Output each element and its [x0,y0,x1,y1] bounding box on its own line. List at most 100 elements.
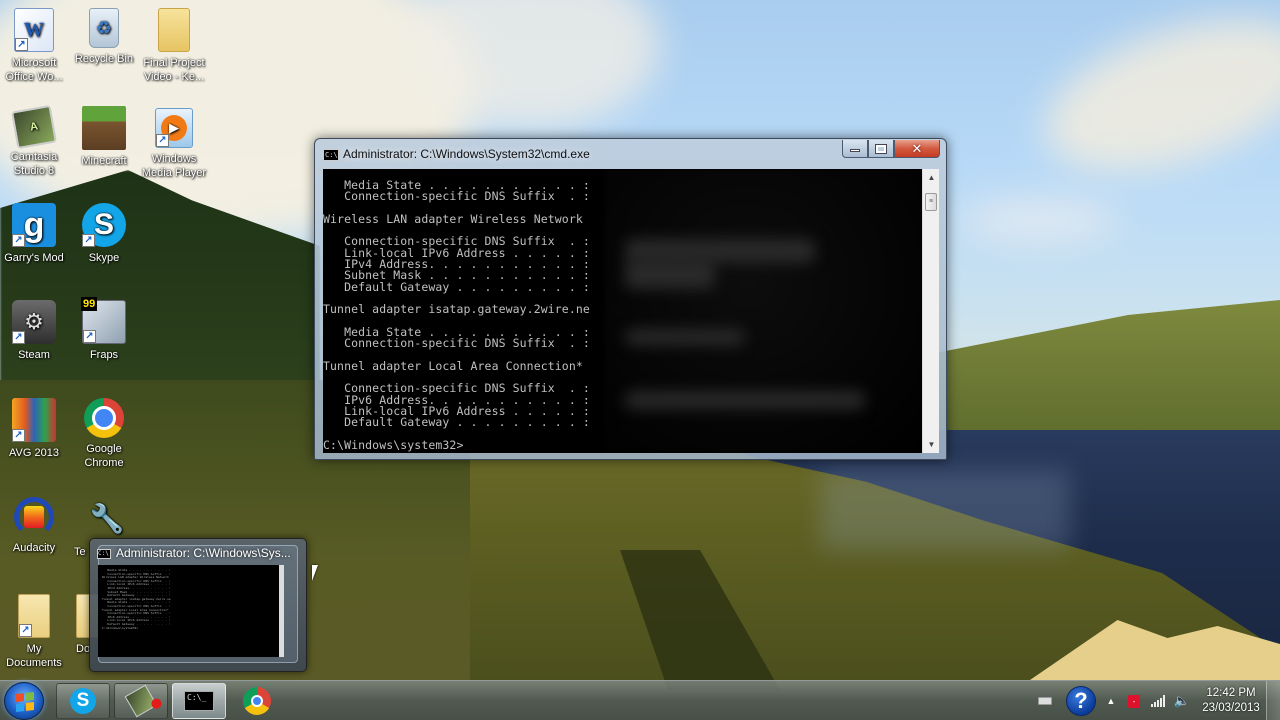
cmd-app-icon: C:\ [323,149,339,161]
console-line: C:\Windows\system32> [323,437,464,452]
desktop-icon-recycle-bin[interactable]: ♻ Recycle Bin [68,8,140,66]
scroll-up-button[interactable]: ▲ [923,169,939,186]
desktop-icon-audacity[interactable]: Audacity [0,497,70,555]
record-icon [151,698,162,709]
scrollbar-thumb[interactable]: ≡ [925,193,937,211]
shortcut-arrow-icon: ↗ [82,234,95,247]
desktop-icon-label: Camtasia Studio 8 [10,151,58,177]
steam-icon: ⚙ ↗ [12,300,56,344]
console-line: Connection-specific DNS Suffix . : [323,336,590,351]
shortcut-arrow-icon: ↗ [15,38,28,51]
desktop-icon-label: Recycle Bin [74,53,134,65]
minimize-button[interactable] [842,140,868,158]
desktop-icon-minecraft[interactable]: Minecraft [68,106,140,168]
clock[interactable]: 12:42 PM 23/03/2013 [1196,681,1266,720]
vertical-scrollbar[interactable]: ▲ ≡ ▼ [922,169,939,453]
desktop-icon-avg[interactable]: ↗ AVG 2013 [0,398,70,460]
window-controls: ✕ [842,140,940,159]
shortcut-arrow-icon: ↗ [12,429,25,442]
maximize-icon [875,143,887,154]
console-line: Wireless LAN adapter Wireless Network [323,211,583,226]
volume-tray-icon[interactable]: 🔈 [1172,681,1192,720]
cmd-app-icon: C:\ [97,549,111,559]
taskbar-button-skype[interactable]: S [56,683,110,719]
skype-icon: S ↗ [82,203,126,247]
network-tray-icon[interactable] [1148,681,1168,720]
notification-tray-icon[interactable]: - [1124,681,1144,720]
signal-strength-icon [1151,695,1165,707]
desktop-icon-media-player[interactable]: ▶ ↗ Windows Media Player [138,108,210,180]
folder-icon [158,8,190,52]
desktop-icon-label: Minecraft [81,155,127,167]
desktop-icon-label: Skype [88,252,120,264]
chevron-up-icon: ▲ [1106,696,1116,706]
windows-logo-icon [16,692,34,712]
console-line: Tunnel adapter isatap.gateway.2wire.ne [323,302,590,317]
shortcut-arrow-icon: ↗ [156,134,169,147]
desktop-icon-word[interactable]: W ↗ Microsoft Office Wo... [0,8,70,84]
word-icon: W ↗ [14,8,54,52]
desktop-icon-fraps[interactable]: 99 ↗ Fraps [68,297,140,362]
taskbar-thumbnail-preview[interactable]: C:\ Administrator: C:\Windows\Sys... Med… [89,538,307,672]
taskbar: S C:\_ ? ▲ - 🔈 12:42 PM 23/03/2013 [0,680,1280,720]
fraps-fps-counter: 99 [81,297,98,311]
start-button[interactable] [4,682,44,720]
scroll-down-button[interactable]: ▼ [923,436,939,453]
thumbnail-screen: Media State . . . . . . . . . . . : Conn… [98,565,284,657]
maximize-button[interactable] [868,140,894,158]
shortcut-arrow-icon: ↗ [19,624,32,637]
desktop-icon-chrome[interactable]: Google Chrome [68,398,140,470]
avg-icon: ↗ [12,398,56,442]
help-icon: ? [1066,686,1096,716]
desktop-icon-skype[interactable]: S ↗ Skype [68,203,140,265]
system-tray: ? ▲ - 🔈 12:42 PM 23/03/2013 [1030,681,1280,720]
speaker-icon: 🔈 [1173,693,1191,708]
skype-icon: S [70,688,96,714]
cmd-console[interactable]: Media State . . . . . . . . . . . : Conn… [323,169,939,453]
desktop-icon-camtasia[interactable]: A Camtasia Studio 8 [0,104,70,178]
alert-icon: - [1128,694,1140,708]
console-line: Connection-specific DNS Suffix . : [323,189,590,204]
desktop-icon-label: Windows Media Player [141,153,207,179]
taskbar-button-camtasia-recorder[interactable] [114,683,168,719]
shortcut-arrow-icon: ↗ [83,330,96,343]
my-documents-icon: ↗ [18,594,50,638]
clock-time: 12:42 PM [1206,687,1256,699]
recycle-bin-icon: ♻ [89,8,119,48]
console-line: Default Gateway . . . . . . . . . : [323,279,590,294]
console-line: Default Gateway . . . . . . . . . : [323,415,590,430]
show-hidden-icons-button[interactable]: ▲ [1102,681,1120,720]
close-button[interactable]: ✕ [894,140,940,158]
wallpaper-cloud [960,200,1120,240]
taskbar-button-command-prompt[interactable]: C:\_ [172,683,226,719]
cmd-titlebar[interactable]: C:\ Administrator: C:\Windows\System32\c… [315,139,946,169]
desktop-icon-final-project[interactable]: Final Project Video - Ke... [138,8,210,84]
desktop-icon-label: Final Project Video - Ke... [143,57,205,83]
help-button[interactable]: ? [1064,681,1098,720]
thumbnail-line: C:\Windows\system32> [102,625,139,630]
fraps-icon: 99 ↗ [81,297,126,344]
desktop-icon-label: AVG 2013 [9,447,59,459]
chrome-icon [243,687,271,715]
desktop-icon-label: Fraps [89,349,119,361]
taskbar-button-chrome[interactable] [230,683,284,719]
cmd-output: Media State . . . . . . . . . . . : Conn… [323,169,605,453]
command-prompt-icon: C:\_ [184,691,214,711]
tools-icon: 🔧 [89,503,125,534]
shortcut-arrow-icon: ↗ [12,234,25,247]
keyboard-tray-icon[interactable] [1030,681,1060,720]
cmd-window[interactable]: C:\ Administrator: C:\Windows\System32\c… [314,138,947,460]
thumbnail-scrollbar [279,565,284,657]
desktop-icon-label: Garry's Mod [4,252,64,264]
shortcut-arrow-icon: ↗ [12,331,25,344]
desktop-icon-my-documents[interactable]: ↗ My Documents [0,594,70,670]
cmd-window-title: Administrator: C:\Windows\System32\cmd.e… [343,147,590,161]
chrome-icon [84,398,124,438]
desktop-icon-garrys-mod[interactable]: g ↗ Garry's Mod [0,203,70,265]
desktop-icon-label: Audacity [12,542,56,554]
media-player-icon: ▶ ↗ [155,108,193,148]
show-desktop-button[interactable] [1266,681,1280,720]
console-line: Tunnel adapter Local Area Connection* [323,358,583,373]
desktop-icon-steam[interactable]: ⚙ ↗ Steam [0,300,70,362]
garrys-mod-icon: g ↗ [12,203,56,247]
